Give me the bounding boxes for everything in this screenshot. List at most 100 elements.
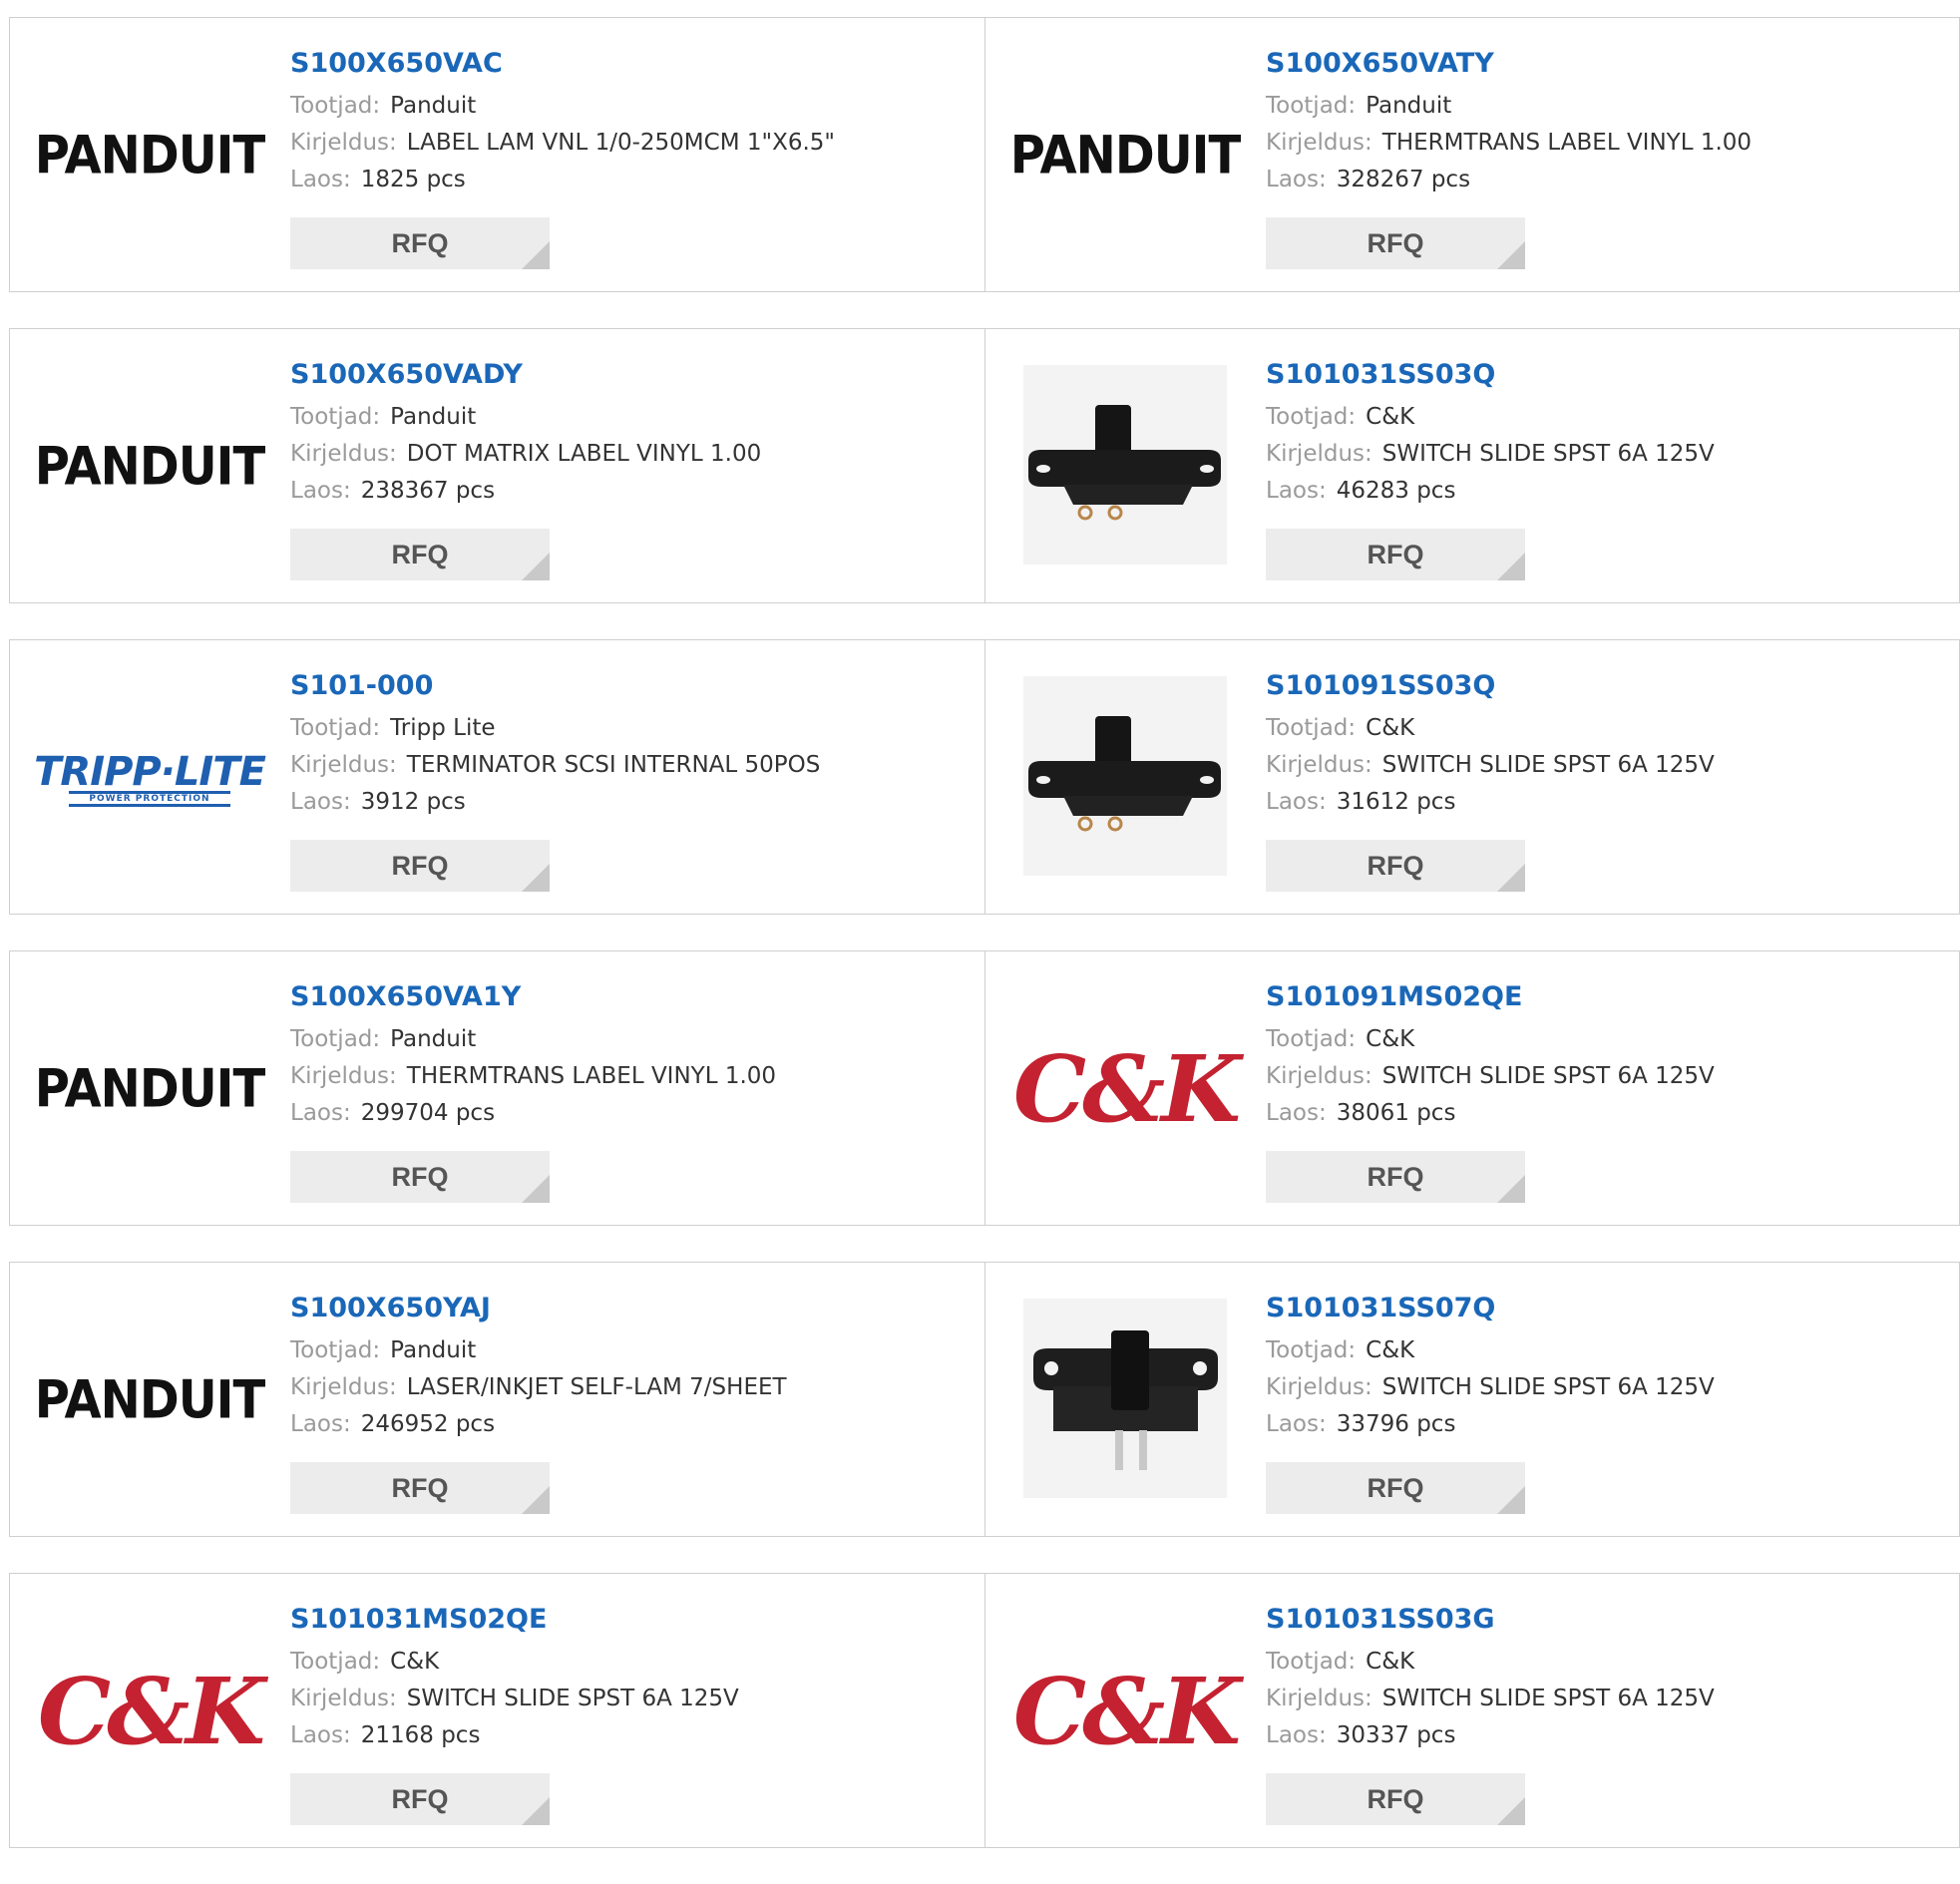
part-number-link[interactable]: S100X650VATY xyxy=(1266,48,1752,88)
part-number-link[interactable]: S101031SS03Q xyxy=(1266,359,1715,399)
description-value: SWITCH SLIDE SPST 6A 125V xyxy=(1381,441,1715,467)
manufacturer-row: Tootjad: C&K xyxy=(1266,1644,1715,1681)
panduit-logo-text: PANDUIT xyxy=(34,436,266,498)
manufacturer-row: Tootjad: C&K xyxy=(1266,710,1715,747)
manufacturer-value: Panduit xyxy=(390,1337,477,1363)
product-card: S101031SS07Q Tootjad: C&K Kirjeldus: SWITC… xyxy=(984,1263,1959,1536)
description-value: DOT MATRIX LABEL VINYL 1.00 xyxy=(406,441,762,467)
stock-value: 246952 pcs xyxy=(360,1411,496,1437)
tripplite-tagline: POWER PROTECTION xyxy=(69,791,230,807)
rfq-button[interactable]: RFQ xyxy=(1266,840,1525,892)
rfq-button[interactable]: RFQ xyxy=(290,1151,550,1203)
corner-triangle-icon xyxy=(522,1175,550,1203)
part-number-link[interactable]: S101091SS03Q xyxy=(1266,670,1715,710)
product-card: PANDUIT S100X650VA1Y Tootjad: Panduit Kir… xyxy=(10,951,984,1225)
description-value: TERMINATOR SCSI INTERNAL 50POS xyxy=(406,752,821,778)
description-row: Kirjeldus: THERMTRANS LABEL VINYL 1.00 xyxy=(290,1058,776,1095)
description-label: Kirjeldus: xyxy=(1266,1374,1372,1400)
corner-triangle-icon xyxy=(522,1486,550,1514)
rfq-label: RFQ xyxy=(391,1472,449,1503)
manufacturer-logo[interactable]: PANDUIT xyxy=(35,989,266,1189)
manufacturer-row: Tootjad: Panduit xyxy=(290,1021,776,1058)
manufacturer-logo[interactable]: PANDUIT xyxy=(35,1301,266,1500)
description-label: Kirjeldus: xyxy=(1266,752,1372,778)
manufacturer-logo[interactable]: C&K xyxy=(1013,989,1241,1189)
description-label: Kirjeldus: xyxy=(290,752,397,778)
manufacturer-logo[interactable]: C&K xyxy=(38,1612,265,1811)
rfq-button[interactable]: RFQ xyxy=(1266,1462,1525,1514)
rfq-button[interactable]: RFQ xyxy=(290,529,550,580)
part-number-link[interactable]: S100X650VADY xyxy=(290,359,761,399)
product-info: S100X650VATY Tootjad: Panduit Kirjeldus: T… xyxy=(1266,48,1752,198)
part-number-link[interactable]: S101031MS02QE xyxy=(290,1604,739,1644)
manufacturer-logo[interactable]: PANDUIT xyxy=(1010,56,1242,255)
rfq-button[interactable]: RFQ xyxy=(1266,1151,1525,1203)
description-value: LASER/INKJET SELF-LAM 7/SHEET xyxy=(406,1374,787,1400)
description-value: THERMTRANS LABEL VINYL 1.00 xyxy=(1381,130,1753,156)
stock-label: Laos: xyxy=(290,1722,351,1748)
rfq-label: RFQ xyxy=(391,539,449,569)
part-number-link[interactable]: S100X650YAJ xyxy=(290,1293,787,1332)
manufacturer-logo[interactable]: C&K xyxy=(1013,1612,1241,1811)
ck-logo-text: C&K xyxy=(1012,1035,1241,1143)
panduit-logo-text: PANDUIT xyxy=(34,125,266,187)
stock-label: Laos: xyxy=(290,167,351,192)
rfq-button[interactable]: RFQ xyxy=(290,217,550,269)
description-row: Kirjeldus: SWITCH SLIDE SPST 6A 125V xyxy=(1266,1058,1715,1095)
description-value: SWITCH SLIDE SPST 6A 125V xyxy=(1381,752,1715,778)
description-label: Kirjeldus: xyxy=(290,441,397,467)
stock-value: 46283 pcs xyxy=(1336,478,1456,504)
manufacturer-label: Tootjad: xyxy=(290,404,381,430)
description-label: Kirjeldus: xyxy=(1266,441,1372,467)
manufacturer-value: C&K xyxy=(390,1649,440,1675)
description-row: Kirjeldus: LASER/INKJET SELF-LAM 7/SHEET xyxy=(290,1369,787,1406)
stock-label: Laos: xyxy=(290,478,351,504)
stock-value: 33796 pcs xyxy=(1336,1411,1456,1437)
corner-triangle-icon xyxy=(1497,1175,1525,1203)
stock-label: Laos: xyxy=(290,1411,351,1437)
corner-triangle-icon xyxy=(522,241,550,269)
tripplite-logo: TRIPP·LITE POWER PROTECTION xyxy=(34,749,266,807)
rfq-button[interactable]: RFQ xyxy=(290,1462,550,1514)
rfq-button[interactable]: RFQ xyxy=(1266,529,1525,580)
stock-label: Laos: xyxy=(1266,167,1327,192)
ck-logo-text: C&K xyxy=(1012,1658,1241,1765)
part-number-link[interactable]: S101-000 xyxy=(290,670,820,710)
manufacturer-logo[interactable]: PANDUIT xyxy=(35,367,266,566)
description-label: Kirjeldus: xyxy=(1266,1686,1372,1711)
stock-value: 328267 pcs xyxy=(1336,167,1471,192)
corner-triangle-icon xyxy=(1497,553,1525,580)
panduit-logo-text: PANDUIT xyxy=(1009,125,1242,187)
corner-triangle-icon xyxy=(1497,241,1525,269)
rfq-button[interactable]: RFQ xyxy=(290,1773,550,1825)
product-card: PANDUIT S100X650VATY Tootjad: Panduit Kir… xyxy=(984,18,1959,291)
corner-triangle-icon xyxy=(522,1797,550,1825)
manufacturer-logo[interactable]: PANDUIT xyxy=(35,56,266,255)
rfq-button[interactable]: RFQ xyxy=(1266,1773,1525,1825)
part-number-link[interactable]: S100X650VA1Y xyxy=(290,981,776,1021)
manufacturer-label: Tootjad: xyxy=(290,715,381,741)
description-row: Kirjeldus: SWITCH SLIDE SPST 6A 125V xyxy=(290,1681,739,1717)
corner-triangle-icon xyxy=(1497,1486,1525,1514)
stock-row: Laos: 46283 pcs xyxy=(1266,473,1715,510)
part-number-link[interactable]: S100X650VAC xyxy=(290,48,835,88)
manufacturer-value: Panduit xyxy=(1366,93,1452,119)
rfq-button[interactable]: RFQ xyxy=(1266,217,1525,269)
description-value: SWITCH SLIDE SPST 6A 125V xyxy=(406,1686,739,1711)
manufacturer-value: Panduit xyxy=(390,93,477,119)
part-number-link[interactable]: S101091MS02QE xyxy=(1266,981,1715,1021)
manufacturer-logo[interactable] xyxy=(1023,1299,1227,1500)
manufacturer-value: Panduit xyxy=(390,404,477,430)
part-number-link[interactable]: S101031SS03G xyxy=(1266,1604,1715,1644)
manufacturer-logo[interactable]: TRIPP·LITE POWER PROTECTION xyxy=(34,678,266,878)
rfq-button[interactable]: RFQ xyxy=(290,840,550,892)
product-row: PANDUIT S100X650VA1Y Tootjad: Panduit Kir… xyxy=(9,950,1960,1226)
part-number-link[interactable]: S101031SS07Q xyxy=(1266,1293,1715,1332)
manufacturer-value: C&K xyxy=(1366,1337,1415,1363)
slide-switch-photo-icon xyxy=(1023,1299,1227,1498)
manufacturer-logo[interactable] xyxy=(1023,365,1227,566)
manufacturer-value: C&K xyxy=(1366,404,1415,430)
manufacturer-logo[interactable] xyxy=(1023,676,1227,878)
product-card: C&K S101091MS02QE Tootjad: C&K Kirjeldus:… xyxy=(984,951,1959,1225)
stock-value: 30337 pcs xyxy=(1336,1722,1456,1748)
